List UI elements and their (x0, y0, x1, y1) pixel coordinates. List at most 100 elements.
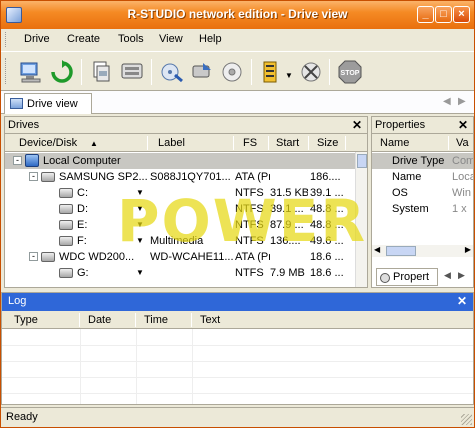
tab-properties-label: Propert (393, 271, 430, 283)
scan-icon[interactable] (159, 59, 185, 85)
device-name: SAMSUNG SP2... (59, 171, 148, 183)
fs-cell: NTFS (235, 267, 264, 279)
sort-ascending-icon: ▲ (90, 139, 98, 148)
props-tab-scroll-right-icon[interactable]: ▶ (458, 270, 465, 281)
label-dropdown-arrow[interactable]: ▼ (136, 236, 144, 245)
log-column-text[interactable]: Text (200, 314, 220, 326)
column-value[interactable]: Va (456, 137, 469, 149)
partition-row[interactable]: F: Multimedia NTFS 136.... 49.6 ... ▼ (5, 233, 355, 249)
property-row[interactable]: System 1 x (372, 201, 473, 217)
recover-icon[interactable] (189, 59, 215, 85)
partition-row[interactable]: D: NTFS 39.1 ... 48.8 ... ▼ (5, 201, 355, 217)
property-value: 1 x (452, 203, 467, 215)
properties-panel-title: Properties (375, 119, 426, 131)
log-column-type[interactable]: Type (14, 314, 38, 326)
fs-cell: NTFS (235, 203, 264, 215)
connect-computer-icon[interactable] (18, 59, 44, 85)
start-cell: 31.5 KB (270, 187, 308, 199)
raid-dropdown-arrow[interactable]: ▼ (285, 71, 293, 80)
fs-cell: NTFS (235, 235, 264, 247)
column-fs[interactable]: FS (243, 137, 257, 149)
tab-scroll-right-icon[interactable]: ▶ (458, 96, 466, 107)
column-size[interactable]: Size (317, 137, 338, 149)
tab-drive-view[interactable]: Drive view (4, 93, 92, 114)
partition-row[interactable]: E: NTFS 87.9 ... 48.8 ... ▼ (5, 217, 355, 233)
property-row[interactable]: Name Loca (372, 169, 473, 185)
toolbar: ▼ STOP (1, 51, 474, 91)
hard-disk-icon (41, 172, 55, 182)
title-bar[interactable]: R-STUDIO network edition - Drive view _ … (1, 1, 474, 29)
log-panel: Log ✕ Type Date Time Text (1, 292, 474, 405)
tree-collapse-icon[interactable]: - (29, 172, 38, 181)
fs-cell: NTFS (235, 187, 264, 199)
log-column-time[interactable]: Time (144, 314, 168, 326)
label-cell: WD-WCAHE11... (150, 251, 233, 263)
property-row[interactable]: OS Win (372, 185, 473, 201)
size-cell: 18.6 ... (310, 267, 344, 279)
refresh-icon[interactable] (49, 59, 75, 85)
disk-row[interactable]: - WDC WD200... WD-WCAHE11...ATA (Primar...… (5, 249, 355, 265)
log-column-header: Type Date Time Text (2, 311, 473, 329)
partition-icon (59, 268, 73, 278)
drive-view-icon (10, 98, 23, 109)
menu-create[interactable]: Create (67, 33, 100, 45)
close-button[interactable]: × (453, 6, 470, 23)
start-cell: 39.1 ... (270, 203, 304, 215)
drives-vertical-scrollbar[interactable] (355, 152, 367, 287)
properties-column-header: Name Va (372, 134, 473, 152)
toolbar-grip[interactable] (5, 58, 8, 84)
menu-help[interactable]: Help (199, 33, 222, 45)
maximize-button[interactable]: □ (435, 6, 452, 23)
property-name: System (392, 203, 429, 215)
open-images-icon[interactable] (89, 59, 115, 85)
drives-panel: Drives ✕ Device/Disk ▲ Label FS Start Si… (4, 116, 368, 288)
tree-collapse-icon[interactable]: - (13, 156, 22, 165)
props-tab-scroll-left-icon[interactable]: ◀ (444, 270, 451, 281)
window-title: R-STUDIO network edition - Drive view (127, 7, 348, 21)
drives-close-icon[interactable]: ✕ (352, 118, 362, 132)
label-dropdown-arrow[interactable]: ▼ (136, 268, 144, 277)
stop-icon[interactable]: STOP (337, 59, 363, 85)
menu-grip[interactable] (5, 32, 8, 47)
remove-icon[interactable] (298, 59, 324, 85)
properties-close-icon[interactable]: ✕ (458, 118, 468, 132)
menu-view[interactable]: View (159, 33, 183, 45)
column-label[interactable]: Label (158, 137, 185, 149)
log-column-date[interactable]: Date (88, 314, 111, 326)
computer-row[interactable]: - Local Computer (5, 153, 355, 169)
property-name: OS (392, 187, 408, 199)
tab-scroll-left-icon[interactable]: ◀ (443, 96, 451, 107)
partition-row[interactable]: G: NTFS 7.9 MB 18.6 ... ▼ (5, 265, 355, 281)
resize-grip[interactable] (461, 414, 472, 425)
label-dropdown-arrow[interactable]: ▼ (136, 188, 144, 197)
toolbar-separator (329, 59, 330, 85)
status-text: Ready (6, 411, 38, 423)
properties-panel: Properties ✕ Name Va Drive Type Com Name Lo… (371, 116, 474, 288)
minimize-button[interactable]: _ (417, 6, 434, 23)
column-start[interactable]: Start (276, 137, 299, 149)
disk-row[interactable]: - SAMSUNG SP2...S088J1QY701... ATA (Primar… (5, 169, 355, 185)
column-device-disk[interactable]: Device/Disk (19, 137, 77, 149)
label-cell: S088J1QY701... (150, 171, 231, 183)
properties-tab-icon (380, 273, 390, 283)
menu-drive[interactable]: Drive (24, 33, 50, 45)
log-close-icon[interactable]: ✕ (457, 294, 467, 308)
label-dropdown-arrow[interactable]: ▼ (136, 220, 144, 229)
menu-tools[interactable]: Tools (118, 33, 144, 45)
size-cell: 186.... (310, 171, 341, 183)
label-dropdown-arrow[interactable]: ▼ (136, 204, 144, 213)
properties-horizontal-scrollbar[interactable]: ◀ ▶ (372, 245, 473, 257)
property-row[interactable]: Drive Type Com (372, 153, 473, 169)
size-cell: 48.8 ... (310, 219, 344, 231)
region-icon[interactable] (119, 59, 145, 85)
disk-icon[interactable] (219, 59, 245, 85)
tab-properties[interactable]: Propert (376, 268, 438, 286)
partition-row[interactable]: C: NTFS 31.5 KB 39.1 ... ▼ (5, 185, 355, 201)
fs-cell: ATA (Primar... (235, 251, 270, 263)
start-cell: 7.9 MB (270, 267, 305, 279)
tree-collapse-icon[interactable]: - (29, 252, 38, 261)
column-name[interactable]: Name (380, 137, 409, 149)
device-name: WDC WD200... (59, 251, 135, 263)
raid-icon[interactable] (258, 59, 284, 85)
fs-cell: ATA (Primar... (235, 171, 270, 183)
